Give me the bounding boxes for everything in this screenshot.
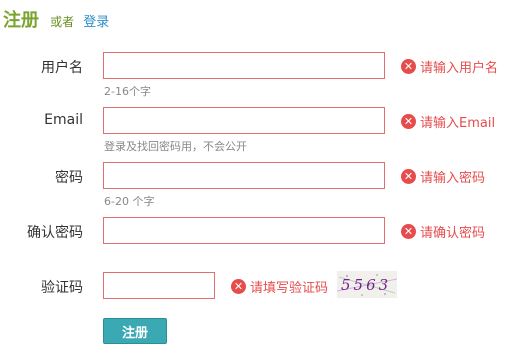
email-hint: 登录及找回密码用，不会公开 <box>104 140 247 153</box>
error-icon: ✕ <box>401 169 416 184</box>
confirm-password-error-text: 请确认密码 <box>420 226 486 241</box>
password-label: 密码 <box>55 170 83 186</box>
password-field[interactable] <box>103 162 385 189</box>
error-icon: ✕ <box>401 224 416 239</box>
or-text: 或者 <box>50 15 75 29</box>
username-field[interactable] <box>103 52 385 79</box>
confirm-password-label: 确认密码 <box>27 225 83 241</box>
captcha-image[interactable]: 5563 <box>337 271 397 298</box>
captcha-error-text: 请填写验证码 <box>250 281 329 296</box>
password-error: ✕ 请输入密码 <box>401 167 485 186</box>
username-hint: 2-16个字 <box>104 85 151 98</box>
email-field[interactable] <box>103 107 385 134</box>
captcha-label: 验证码 <box>41 280 83 296</box>
captcha-text: 5563 <box>341 276 391 294</box>
email-label: Email <box>44 112 83 128</box>
captcha-field[interactable] <box>103 272 215 299</box>
confirm-password-field[interactable] <box>103 217 385 244</box>
username-error-text: 请输入用户名 <box>420 61 499 76</box>
password-error-text: 请输入密码 <box>420 171 486 186</box>
page-header: 注册 或者 登录 <box>3 6 109 32</box>
error-icon: ✕ <box>231 279 246 294</box>
login-link[interactable]: 登录 <box>83 15 109 30</box>
register-button[interactable]: 注册 <box>103 318 167 344</box>
username-label: 用户名 <box>41 60 83 76</box>
error-icon: ✕ <box>401 59 416 74</box>
page-title: 注册 <box>3 10 39 31</box>
captcha-error: ✕ 请填写验证码 <box>231 277 328 296</box>
username-error: ✕ 请输入用户名 <box>401 57 498 76</box>
error-icon: ✕ <box>401 114 416 129</box>
password-hint: 6-20 个字 <box>104 195 155 208</box>
email-error: ✕ 请输入Email <box>401 112 495 131</box>
captcha-noise: 5563 <box>337 274 397 296</box>
email-error-text: 请输入Email <box>420 116 496 131</box>
confirm-password-error: ✕ 请确认密码 <box>401 222 485 241</box>
